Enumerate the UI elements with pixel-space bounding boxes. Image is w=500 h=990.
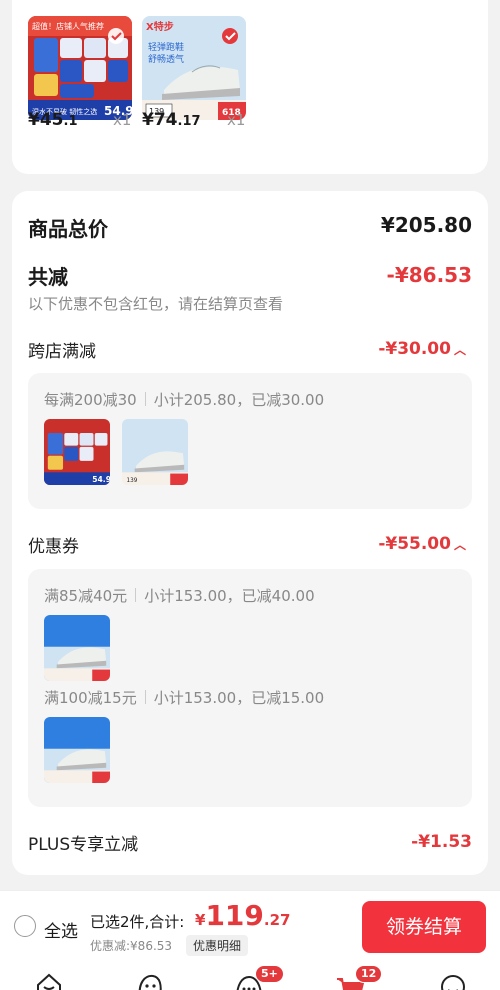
rule-divider [144,690,146,704]
sneaker-product-mini-image: 139 [122,419,188,485]
coupon-label: 优惠券 [28,537,79,557]
coupon-amount: -¥55.00 [378,534,451,554]
paper-price-int: ¥45 [28,110,64,130]
cross-store-amount: -¥30.00 [378,339,451,359]
sneaker-product-thumbnail[interactable]: X特步 轻弹跑鞋 舒畅透气 139 618 [142,16,246,120]
home-icon[interactable] [34,969,64,990]
cross-store-rule-b: 小计205.80，已减30.00 [153,391,325,409]
coupon-rule-2-b: 小计153.00，已减15.00 [153,689,325,707]
shoe-slogan-1-text: 轻弹跑鞋 [148,41,184,53]
discount-note: 以下优惠不包含红包，请在结算页查看 [28,295,284,313]
paper-price-dec: .1 [63,114,78,129]
sneaker-coupon-image-1 [44,615,110,681]
checkout-bar: 全选 已选2件,合计: ¥119.27 优惠减:¥86.53 优惠明细 领券结算 [0,890,500,962]
cross-store-label: 跨店满减 [28,342,96,362]
shoe-mini-price-text: 139 [126,478,137,484]
total-dec: .27 [263,911,291,929]
sneaker-product-image: X特步 轻弹跑鞋 舒畅透气 139 618 [142,16,246,120]
messages-badge: 5+ [255,965,284,983]
discover-icon[interactable] [135,969,165,990]
paper-product-price: ¥45.1 [28,110,77,130]
total-int: 119 [205,899,264,932]
select-all-label[interactable]: 全选 [44,917,78,942]
discount-detail-button[interactable]: 优惠明细 [186,935,249,956]
price-summary-card: 商品总价 ¥205.80 共减 -¥86.53 以下优惠不包含红包，请在结算页查… [12,191,488,875]
paper-product-mini-image: 54.9 [44,419,110,485]
coupon-toggle[interactable]: -¥55.00 ︿ [378,534,466,554]
sneaker-product-mini-thumbnail[interactable]: 139 [122,419,188,485]
paper-product-qty: x1 [113,111,132,129]
paper-product-mini-thumbnail[interactable]: 54.9 [44,419,110,485]
sneaker-coupon-thumbnail-2[interactable] [44,717,110,783]
rule-divider [144,392,146,406]
total-currency: ¥ [195,911,206,929]
paper-product-thumbnail[interactable]: 超值！店铺人气推荐 湿水不易破 韧性之选 54.9 [28,16,132,120]
coupon-rule-2-a: 满100减15元 [44,689,137,707]
sneaker-coupon-thumbnail-1[interactable] [44,615,110,681]
chevron-up-icon: ︿ [453,343,466,357]
shoe-brand-text: X特步 [146,20,174,33]
coupon-rule-1-b: 小计153.00，已减40.00 [144,587,315,605]
total-price-value: ¥205.80 [380,213,472,237]
selected-count-text: 已选2件,合计: [90,913,185,931]
total-reduce-value: -¥86.53 [386,263,472,287]
shoe-slogan-2-text: 舒畅透气 [148,53,184,65]
sneaker-product-qty: x1 [227,111,246,129]
coupon-panel: 满85减40元 小计153.00，已减40.00 满100减15元 小计153.00… [28,569,472,807]
paper-tag-text: 超值！店铺人气推荐 [32,21,104,31]
plus-discount-label: PLUS专享立减 [28,835,139,855]
rule-divider [135,588,137,602]
checkout-button[interactable]: 领券结算 [362,901,486,953]
cross-store-toggle[interactable]: -¥30.00 ︿ [378,339,466,359]
cart-items-card: 超值！店铺人气推荐 湿水不易破 韧性之选 54.9 X特步 轻弹跑鞋 舒畅透气 [12,0,488,174]
cart-badge: 12 [355,965,383,983]
total-reduce-label: 共减 [28,265,68,289]
discount-summary: 优惠减:¥86.53 [90,939,173,953]
paper-product-image: 超值！店铺人气推荐 湿水不易破 韧性之选 54.9 [28,16,132,120]
bottom-tabbar: 5+ 12 [0,962,500,990]
coupon-rule-1-a: 满85减40元 [44,587,128,605]
total-amount: ¥119.27 [195,899,290,932]
profile-icon[interactable] [438,969,468,990]
cross-store-panel: 每满200减30 小计205.80，已减30.00 54.9 139 [28,373,472,509]
cross-store-rule: 每满200减30 小计205.80，已减30.00 [44,389,324,410]
sneaker-product-price: ¥74.17 [142,110,201,130]
chevron-up-icon: ︿ [453,538,466,552]
coupon-rule-2: 满100减15元 小计153.00，已减15.00 [44,687,324,708]
select-all-radio[interactable] [14,915,36,937]
sneaker-price-int: ¥74 [142,110,178,130]
sneaker-price-dec: .17 [177,114,201,129]
paper-mini-price-text: 54.9 [92,475,110,484]
sneaker-coupon-image-2 [44,717,110,783]
total-price-label: 商品总价 [28,217,108,241]
cross-store-rule-a: 每满200减30 [44,391,137,409]
coupon-rule-1: 满85减40元 小计153.00，已减40.00 [44,585,315,606]
plus-discount-amount: -¥1.53 [411,832,472,852]
